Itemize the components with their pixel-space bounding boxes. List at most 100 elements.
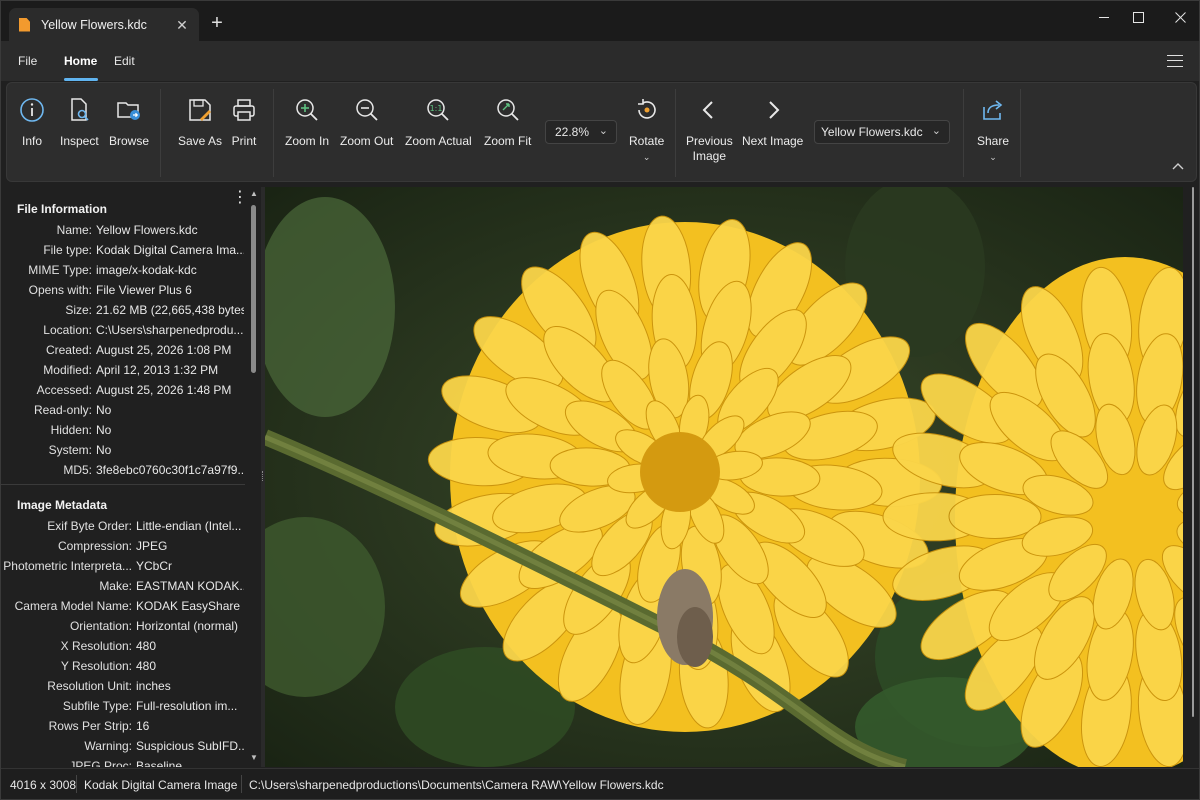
property-value[interactable]: Horizontal (normal) xyxy=(136,619,244,633)
chevron-left-icon xyxy=(702,101,714,119)
property-row: Opens with: File Viewer Plus 6 xyxy=(1,283,247,303)
next-image-button[interactable]: Next Image xyxy=(742,97,803,149)
ribbon-separator xyxy=(675,89,676,177)
close-icon[interactable]: ✕ xyxy=(175,18,189,32)
property-key: File type: xyxy=(43,243,92,257)
property-row: Location: C:\Users\sharpenedprodu... xyxy=(1,323,247,343)
rotate-chevron-down-icon[interactable]: ⌄ xyxy=(643,150,651,165)
property-value[interactable]: 16 xyxy=(136,719,244,733)
scrollbar-thumb[interactable] xyxy=(251,205,256,373)
property-row: JPEG Proc: Baseline xyxy=(1,759,247,767)
previous-image-button[interactable]: Previous Image xyxy=(686,97,733,164)
property-key: Camera Model Name: xyxy=(14,599,132,613)
status-file-type: Kodak Digital Camera Image xyxy=(84,778,238,792)
property-value[interactable]: EASTMAN KODAK... xyxy=(136,579,244,593)
property-value[interactable]: Full-resolution im... xyxy=(136,699,244,713)
property-row: MIME Type: image/x-kodak-kdc xyxy=(1,263,247,283)
image-file-select[interactable]: Yellow Flowers.kdc ⌄ xyxy=(814,120,950,144)
ribbon-toolbar: Info Inspect Browse Save As Print Zoom I… xyxy=(6,82,1197,182)
inspect-button[interactable]: Inspect xyxy=(60,97,99,149)
property-value[interactable]: Little-endian (Intel... xyxy=(136,519,244,533)
ribbon-separator xyxy=(273,89,274,177)
folder-icon xyxy=(117,102,140,120)
plus-icon[interactable]: + xyxy=(207,13,227,34)
property-value[interactable]: August 25, 2026 1:48 PM xyxy=(96,383,244,397)
property-key: Location: xyxy=(43,323,92,337)
property-value[interactable]: 3fe8ebc0760c30f1c7a97f9... xyxy=(96,463,244,477)
property-value[interactable]: 480 xyxy=(136,639,244,653)
property-value[interactable]: April 12, 2013 1:32 PM xyxy=(96,363,244,377)
property-key: Warning: xyxy=(84,739,132,753)
image-scrollbar[interactable] xyxy=(1183,187,1199,767)
previous-image-label: Previous xyxy=(686,134,733,148)
property-key: Rows Per Strip: xyxy=(48,719,132,733)
browse-label: Browse xyxy=(109,134,150,148)
printer-icon xyxy=(233,99,255,121)
property-value[interactable]: inches xyxy=(136,679,244,693)
property-value[interactable]: YCbCr xyxy=(136,559,244,573)
zoom-level-select[interactable]: 22.8% ⌄ xyxy=(545,120,617,144)
zoom-in-button[interactable]: Zoom In xyxy=(285,97,329,149)
info-button[interactable]: Info xyxy=(19,97,45,149)
property-value[interactable]: No xyxy=(96,423,244,437)
maximize-button[interactable] xyxy=(1115,1,1161,33)
image-viewer[interactable] xyxy=(265,187,1183,767)
document-tab[interactable]: Yellow Flowers.kdc ✕ xyxy=(9,8,199,41)
property-row: File type: Kodak Digital Camera Ima... xyxy=(1,243,247,263)
zoom-out-button[interactable]: Zoom Out xyxy=(340,97,393,149)
property-value[interactable]: File Viewer Plus 6 xyxy=(96,283,244,297)
scroll-down-icon[interactable]: ▼ xyxy=(250,753,258,762)
zoom-in-icon xyxy=(296,99,318,121)
info-icon xyxy=(20,98,44,122)
inspect-label: Inspect xyxy=(60,134,99,148)
share-button[interactable]: Share ⌄ xyxy=(977,97,1009,165)
zoom-actual-button[interactable]: 1:1 Zoom Actual xyxy=(405,97,472,149)
more-options-icon[interactable]: ⋮ xyxy=(232,190,248,213)
property-key: Created: xyxy=(45,343,92,357)
property-row: Rows Per Strip: 16 xyxy=(1,719,247,739)
image-scrollbar-thumb[interactable] xyxy=(1192,187,1194,717)
splitter-grip[interactable] xyxy=(262,471,264,481)
property-value[interactable]: 480 xyxy=(136,659,244,673)
menu-file[interactable]: File xyxy=(18,54,37,68)
property-key: X Resolution: xyxy=(60,639,132,653)
property-value[interactable]: image/x-kodak-kdc xyxy=(96,263,244,277)
property-row: MD5: 3fe8ebc0760c30f1c7a97f9... xyxy=(1,463,247,483)
title-bar: Yellow Flowers.kdc ✕ + xyxy=(1,1,1199,41)
property-value[interactable]: Baseline xyxy=(136,759,244,767)
save-as-button[interactable]: Save As xyxy=(178,97,222,149)
property-value[interactable]: Suspicious SubIFD... xyxy=(136,739,244,753)
property-value[interactable]: No xyxy=(96,443,244,457)
property-value[interactable]: Yellow Flowers.kdc xyxy=(96,223,244,237)
property-value[interactable]: C:\Users\sharpenedprodu... xyxy=(96,323,244,337)
chevron-up-icon[interactable] xyxy=(1172,161,1184,171)
property-key: Make: xyxy=(99,579,132,593)
property-key: Y Resolution: xyxy=(60,659,132,673)
zoom-fit-button[interactable]: Zoom Fit xyxy=(484,97,531,149)
hamburger-menu-icon[interactable] xyxy=(1167,55,1183,67)
sidebar-scrollbar[interactable]: ▲ ▼ xyxy=(247,187,261,767)
menu-edit[interactable]: Edit xyxy=(114,54,135,68)
ribbon-separator xyxy=(160,89,161,177)
window-close-button[interactable] xyxy=(1157,1,1199,33)
property-value[interactable]: No xyxy=(96,403,244,417)
property-value[interactable]: 21.62 MB (22,665,438 bytes) xyxy=(96,303,244,317)
zoom-out-icon xyxy=(355,99,378,121)
zoom-in-label: Zoom In xyxy=(285,134,330,148)
image-file-value: Yellow Flowers.kdc xyxy=(821,125,923,139)
property-key: MIME Type: xyxy=(28,263,92,277)
property-value[interactable]: JPEG xyxy=(136,539,244,553)
status-path: C:\Users\sharpenedproductions\Documents\… xyxy=(249,778,664,792)
share-chevron-down-icon[interactable]: ⌄ xyxy=(989,150,997,165)
save-icon xyxy=(189,99,212,121)
menu-home[interactable]: Home xyxy=(64,54,97,68)
property-key: JPEG Proc: xyxy=(69,759,132,767)
scroll-up-icon[interactable]: ▲ xyxy=(250,189,258,198)
print-button[interactable]: Print xyxy=(231,97,257,149)
rotate-button[interactable]: Rotate ⌄ xyxy=(629,97,664,165)
browse-button[interactable]: Browse xyxy=(109,97,149,149)
property-value[interactable]: KODAK EasyShare ... xyxy=(136,599,244,613)
property-value[interactable]: Kodak Digital Camera Ima... xyxy=(96,243,244,257)
property-value[interactable]: August 25, 2026 1:08 PM xyxy=(96,343,244,357)
save-as-label: Save As xyxy=(178,134,223,148)
